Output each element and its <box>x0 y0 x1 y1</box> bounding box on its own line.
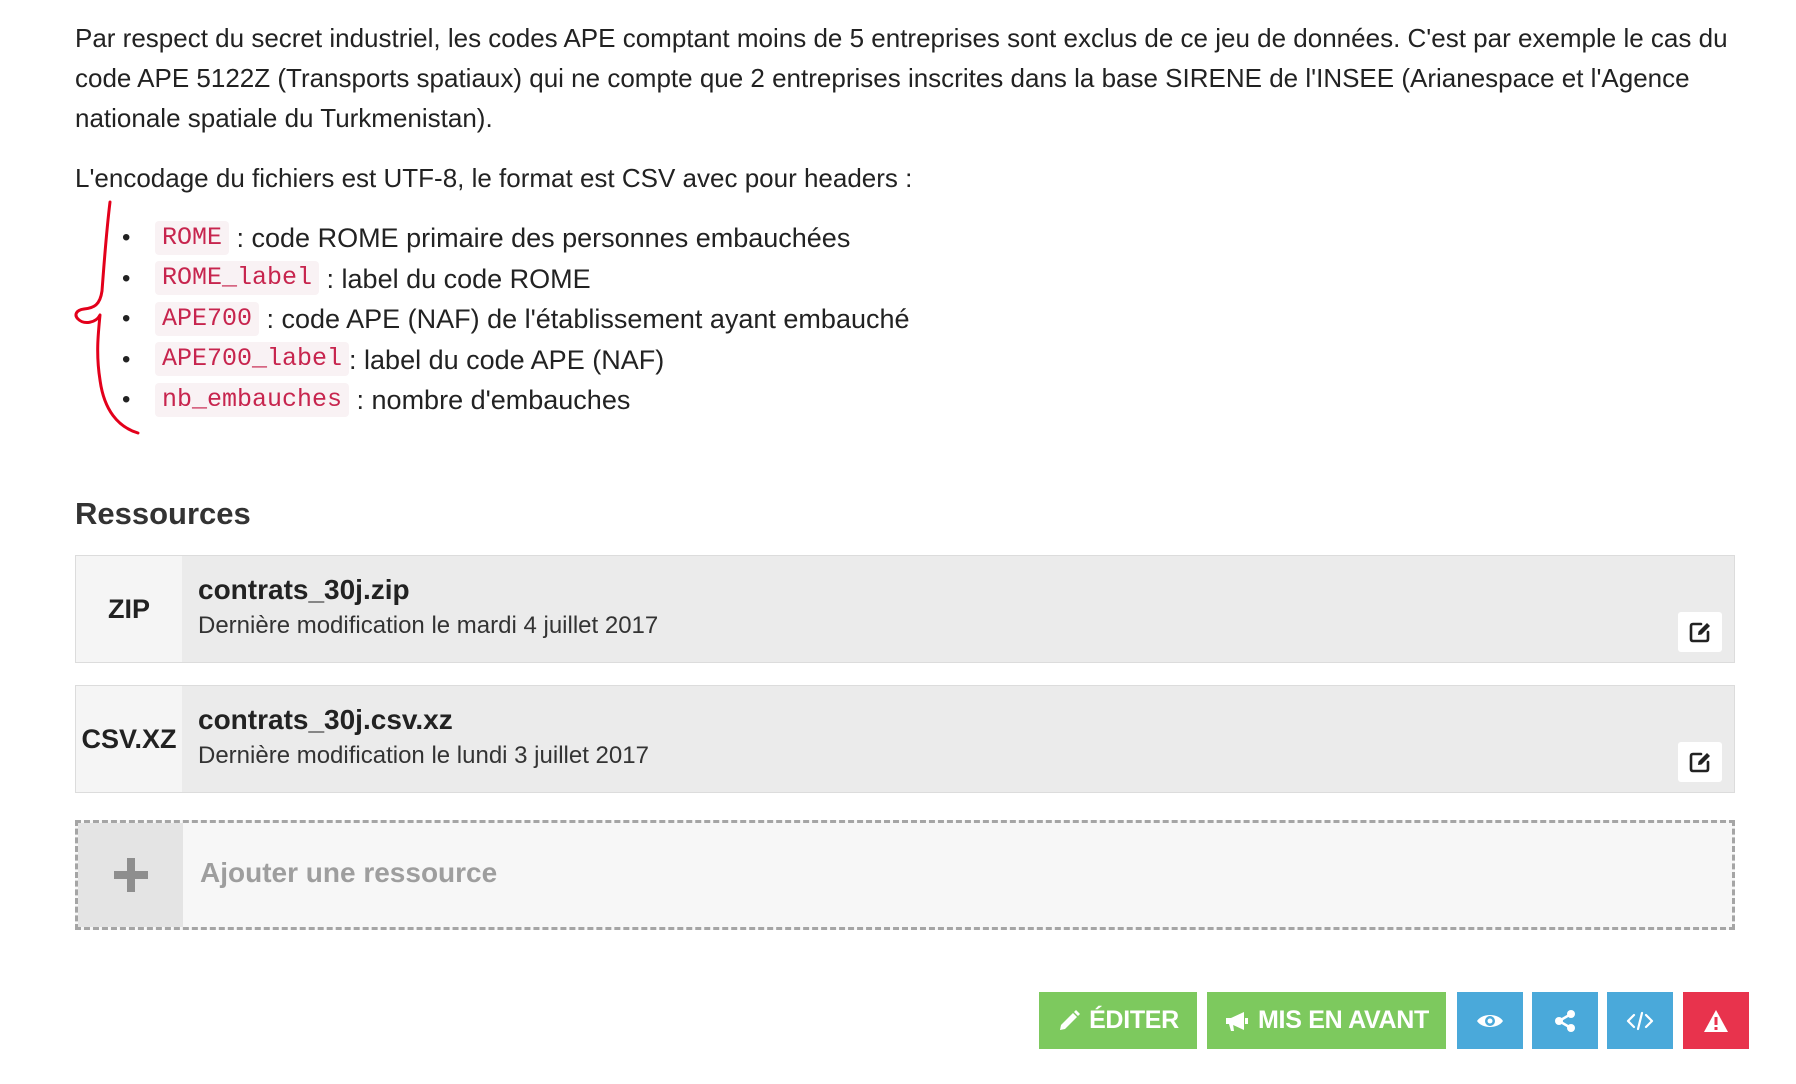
headers-list: • ROME : code ROME primaire des personnes… <box>75 218 910 421</box>
header-code: APE700_label <box>155 342 350 377</box>
share-icon <box>1555 1009 1575 1032</box>
resource-modified-date: Dernière modification le mardi 4 juillet… <box>198 612 659 639</box>
header-description: : nombre d'embauches <box>349 385 631 415</box>
header-description: : label du code ROME <box>319 263 591 294</box>
dataset-description: Par respect du secret industriel, les co… <box>75 18 1735 198</box>
eye-icon <box>1477 1014 1503 1027</box>
resource-card[interactable]: ZIP contrats_30j.zip Dernière modificati… <box>75 555 1735 663</box>
list-item: • APE700 : code APE (NAF) de l'établissem… <box>75 299 910 340</box>
pencil-icon <box>1060 1009 1081 1030</box>
plus-icon-box <box>78 823 183 927</box>
header-code: APE700 <box>155 301 260 336</box>
preview-button[interactable] <box>1457 992 1523 1049</box>
handwritten-bracket-annotation <box>74 200 140 435</box>
edit-icon <box>1689 752 1710 773</box>
edit-resource-button[interactable] <box>1678 612 1722 652</box>
feature-dataset-label: MIS EN AVANT <box>1258 1006 1429 1034</box>
header-description: : code APE (NAF) de l'établissement ayan… <box>259 304 910 334</box>
encoding-paragraph: L'encodage du fichiers est UTF-8, le for… <box>75 163 913 193</box>
edit-resource-button[interactable] <box>1678 742 1722 782</box>
code-icon <box>1626 1011 1654 1030</box>
resources-title: Ressources <box>75 496 251 531</box>
resource-card[interactable]: CSV.XZ contrats_30j.csv.xz Dernière modi… <box>75 685 1735 793</box>
plus-icon <box>113 858 148 892</box>
header-code: ROME <box>155 220 230 255</box>
add-resource-button[interactable]: Ajouter une ressource <box>75 820 1735 930</box>
embed-button[interactable] <box>1607 992 1673 1049</box>
resource-modified-date: Dernière modification le lundi 3 juillet… <box>198 742 649 769</box>
edit-icon <box>1689 622 1710 643</box>
resource-format-badge: ZIP <box>76 556 182 662</box>
edit-dataset-label: ÉDITER <box>1089 1006 1179 1034</box>
list-item: • nb_embauches : nombre d'embauches <box>75 380 910 421</box>
resource-format-badge: CSV.XZ <box>76 686 182 792</box>
list-item: • APE700_label: label du code APE (NAF) <box>75 340 910 381</box>
edit-dataset-button[interactable]: ÉDITER <box>1039 992 1197 1049</box>
report-button[interactable] <box>1683 992 1749 1049</box>
bullhorn-icon <box>1226 1011 1249 1031</box>
resource-name[interactable]: contrats_30j.zip <box>198 574 410 606</box>
header-description: : label du code APE (NAF) <box>349 344 665 375</box>
share-button[interactable] <box>1532 992 1598 1049</box>
feature-dataset-button[interactable]: MIS EN AVANT <box>1207 992 1446 1049</box>
description-paragraph: Par respect du secret industriel, les co… <box>75 23 1728 133</box>
resource-name[interactable]: contrats_30j.csv.xz <box>198 704 453 736</box>
header-description: : code ROME primaire des personnes embau… <box>229 223 851 253</box>
warning-icon <box>1704 1009 1728 1032</box>
add-resource-label: Ajouter une ressource <box>200 857 498 888</box>
header-code: nb_embauches <box>155 382 350 417</box>
header-code: ROME_label <box>155 261 320 296</box>
list-item: • ROME_label : label du code ROME <box>75 259 910 300</box>
list-item: • ROME : code ROME primaire des personnes… <box>75 218 910 259</box>
